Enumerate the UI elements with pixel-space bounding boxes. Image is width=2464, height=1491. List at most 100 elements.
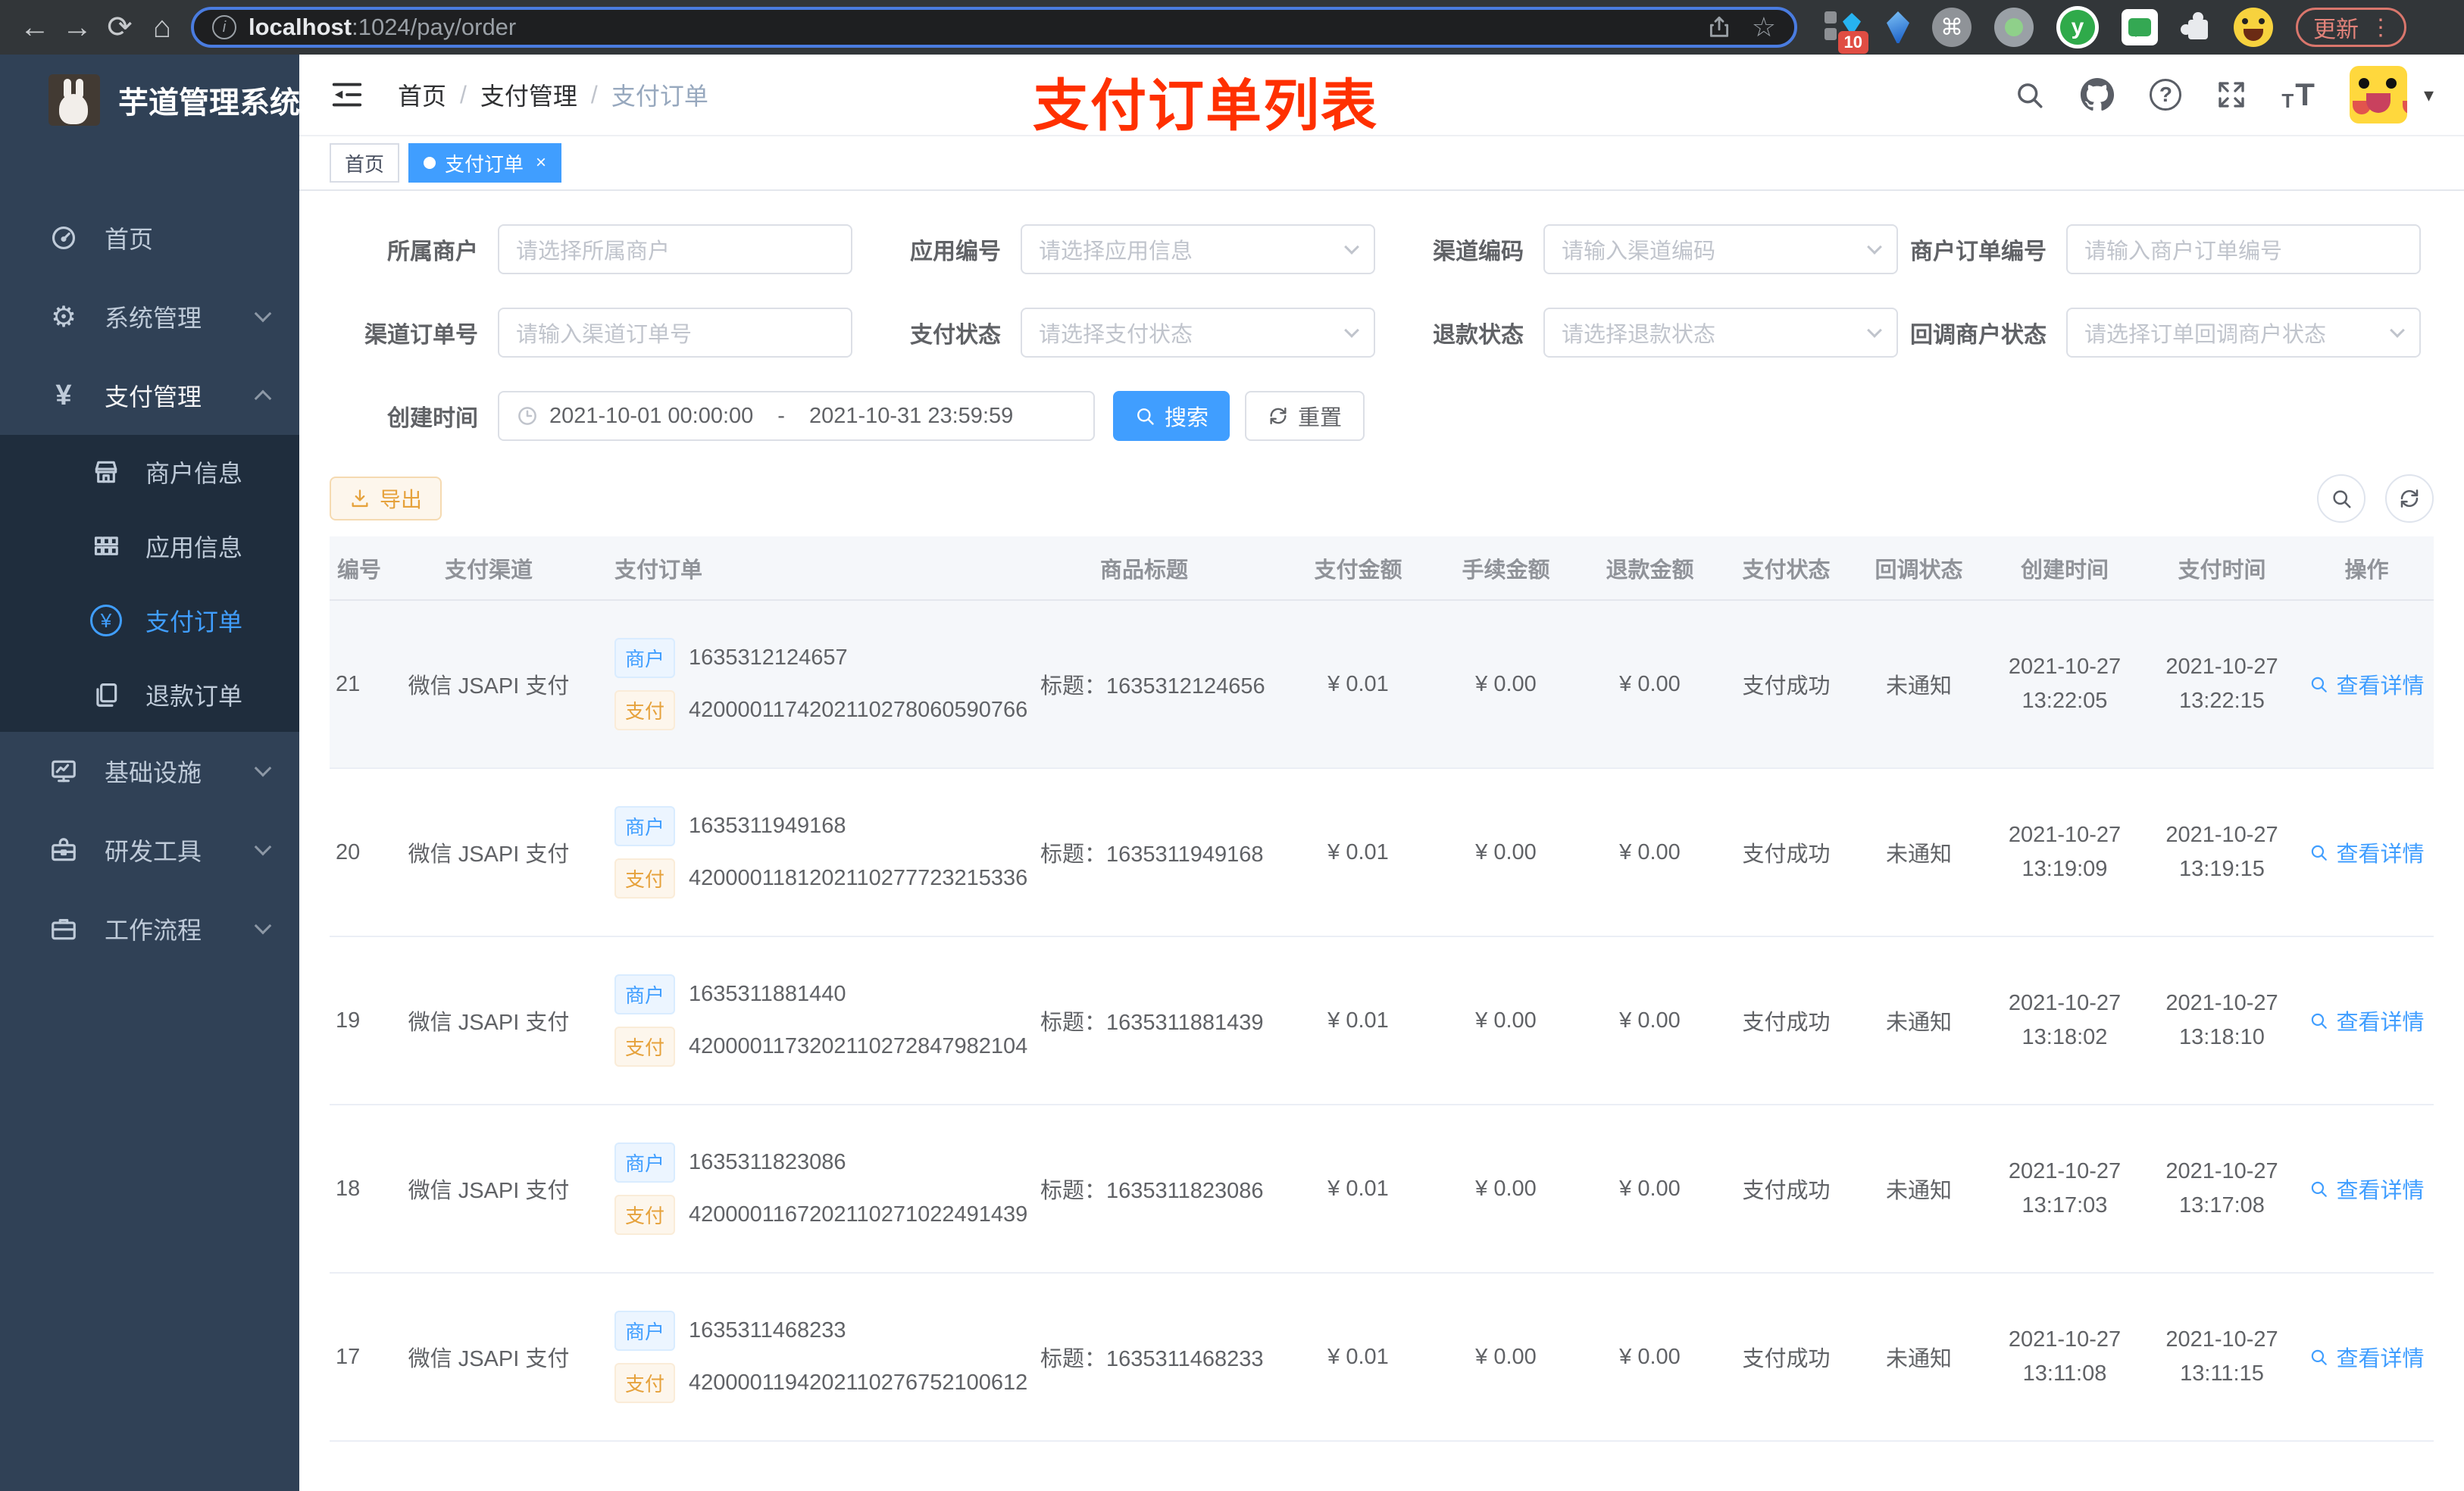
sidebar-collapse-icon[interactable] xyxy=(330,77,364,112)
page-title-annotation: 支付订单列表 xyxy=(1033,74,1378,137)
merchant-order-no-input[interactable]: 请输入商户订单编号 xyxy=(2066,224,2421,274)
avatar[interactable] xyxy=(2349,66,2407,123)
sidebar-item-payment[interactable]: ¥ 支付管理 xyxy=(0,356,299,435)
toolbox-icon xyxy=(47,836,80,864)
browser-update-button[interactable]: 更新 ⋮ xyxy=(2296,8,2406,47)
avatar-caret-icon[interactable]: ▾ xyxy=(2424,83,2434,107)
search-icon[interactable] xyxy=(2013,79,2045,111)
sidebar-item-workflow[interactable]: 工作流程 xyxy=(0,889,299,968)
fullscreen-icon[interactable] xyxy=(2216,80,2247,110)
logo-area[interactable]: 芋道管理系统 xyxy=(0,55,300,145)
sidebar-item-label: 基础设施 xyxy=(105,759,202,786)
url-text: localhost:1024/pay/order xyxy=(249,14,517,40)
refund-status-select[interactable]: 请选择退款状态 xyxy=(1543,308,1898,358)
export-button[interactable]: 导出 xyxy=(330,477,442,520)
share-icon[interactable] xyxy=(1706,14,1732,40)
field-notify-status: 回调商户状态 请选择订单回调商户状态 xyxy=(1898,308,2421,358)
reset-button[interactable]: 重置 xyxy=(1245,391,1365,441)
search-icon xyxy=(2309,842,2328,862)
sidebar-item-infrastructure[interactable]: 基础设施 xyxy=(0,732,299,811)
notify-status-select[interactable]: 请选择订单回调商户状态 xyxy=(2066,308,2421,358)
tab-label: 支付订单 xyxy=(445,152,524,176)
field-refund-status: 退款状态 请选择退款状态 xyxy=(1375,308,1898,358)
pay-tag: 支付 xyxy=(614,858,676,899)
merchant-tag: 商户 xyxy=(614,1142,676,1183)
pay-order-table: 编号 支付渠道 支付订单 商品标题 支付金额 手续金额 退款金额 支付状态 回调… xyxy=(330,536,2434,1491)
bookmark-star-icon[interactable]: ☆ xyxy=(1752,11,1776,43)
topbar-icons: ? TT ▾ xyxy=(2013,66,2434,123)
chat-extension-icon[interactable] xyxy=(2122,9,2158,45)
tag-views-bar: 首页 支付订单 × xyxy=(299,136,2464,191)
merchant-input[interactable]: 请选择所属商户 xyxy=(498,224,852,274)
sidebar-item-label: 应用信息 xyxy=(145,534,243,561)
github-icon[interactable] xyxy=(2080,77,2115,112)
search-button[interactable]: 搜索 xyxy=(1113,391,1230,441)
puzzle-extensions-icon[interactable] xyxy=(2181,12,2211,42)
yudao-extension-icon[interactable]: y xyxy=(2056,6,2099,48)
font-size-icon[interactable]: TT xyxy=(2281,77,2315,113)
chevron-down-icon xyxy=(2390,323,2405,338)
col-notify: 回调状态 xyxy=(1853,536,1985,601)
chevron-down-icon xyxy=(254,305,272,323)
view-detail-link[interactable]: 查看详情 xyxy=(2309,1005,2425,1036)
breadcrumb-payment[interactable]: 支付管理 xyxy=(480,77,577,112)
view-detail-link[interactable]: 查看详情 xyxy=(2309,1173,2425,1205)
sidebar-item-refund-order[interactable]: 退款订单 xyxy=(0,658,299,732)
field-merchant-order-no: 商户订单编号 请输入商户订单编号 xyxy=(1898,224,2421,274)
sidebar: 芋道管理系统 首页 ⚙ 系统管理 ¥ 支付管理 商户信息 应用信息 ¥ 支付订单… xyxy=(0,55,300,1491)
tab-label: 首页 xyxy=(345,152,385,176)
page-content: 所属商户 请选择所属商户 应用编号 请选择应用信息 渠道编码 请输入渠道编码 商… xyxy=(299,191,2464,1491)
view-detail-link[interactable]: 查看详情 xyxy=(2309,836,2425,868)
export-button-label: 导出 xyxy=(380,488,423,511)
date-range-input[interactable]: 2021-10-01 00:00:00 - 2021-10-31 23:59:5… xyxy=(498,391,1095,441)
tab-pay-order[interactable]: 支付订单 × xyxy=(408,143,562,183)
help-icon[interactable]: ? xyxy=(2150,79,2182,111)
col-pay-order: 支付订单 xyxy=(580,536,1004,601)
merchant-tag: 商户 xyxy=(614,974,676,1014)
sidebar-item-system[interactable]: ⚙ 系统管理 xyxy=(0,277,299,356)
field-label: 回调商户状态 xyxy=(1910,323,2047,348)
kite-extension-icon[interactable] xyxy=(1887,11,1909,43)
browser-menu-icon[interactable]: ⋮ xyxy=(2369,14,2392,41)
extension-badge-icon[interactable]: 10 xyxy=(1823,7,1868,54)
close-icon[interactable]: × xyxy=(536,152,546,173)
tab-home[interactable]: 首页 xyxy=(330,143,400,183)
sidebar-item-pay-order[interactable]: ¥ 支付订单 xyxy=(0,583,299,658)
monitor-icon xyxy=(47,757,80,786)
reload-icon[interactable]: ⟳ xyxy=(98,10,141,45)
filter-row-3: 创建时间 2021-10-01 00:00:00 - 2021-10-31 23… xyxy=(330,391,2434,441)
browser-chrome: ← → ⟳ ⌂ i localhost:1024/pay/order ☆ 10 … xyxy=(0,0,2464,55)
breadcrumb: 首页 / 支付管理 / 支付订单 xyxy=(398,77,708,112)
app-title: 芋道管理系统 xyxy=(118,86,300,120)
col-title: 商品标题 xyxy=(1004,536,1284,601)
col-status: 支付状态 xyxy=(1720,536,1853,601)
emoji-profile-icon[interactable] xyxy=(2234,8,2273,47)
app-select[interactable]: 请选择应用信息 xyxy=(1021,224,1375,274)
dashboard-icon xyxy=(47,223,80,252)
view-detail-link[interactable]: 查看详情 xyxy=(2309,668,2425,700)
back-icon[interactable]: ← xyxy=(14,11,56,45)
site-info-icon[interactable]: i xyxy=(212,15,236,39)
sidebar-item-app-info[interactable]: 应用信息 xyxy=(0,509,299,583)
chevron-down-icon xyxy=(254,838,272,856)
chevron-up-icon xyxy=(254,389,272,408)
search-icon xyxy=(2309,674,2328,694)
briefcase-icon xyxy=(47,914,80,943)
sidebar-item-dev-tools[interactable]: 研发工具 xyxy=(0,811,299,889)
pay-status-select[interactable]: 请选择支付状态 xyxy=(1021,308,1375,358)
refresh-table-button[interactable] xyxy=(2385,474,2434,523)
channel-code-select[interactable]: 请输入渠道编码 xyxy=(1543,224,1898,274)
command-extension-icon[interactable]: ⌘ xyxy=(1932,8,1972,47)
channel-order-no-input[interactable]: 请输入渠道订单号 xyxy=(498,308,852,358)
breadcrumb-home[interactable]: 首页 xyxy=(398,77,446,112)
toggle-search-button[interactable] xyxy=(2317,474,2366,523)
home-icon[interactable]: ⌂ xyxy=(141,11,183,45)
sidebar-item-merchant-info[interactable]: 商户信息 xyxy=(0,435,299,509)
sidebar-item-home[interactable]: 首页 xyxy=(0,198,299,277)
search-icon xyxy=(2330,487,2353,510)
view-detail-link[interactable]: 查看详情 xyxy=(2309,1341,2425,1373)
url-bar[interactable]: i localhost:1024/pay/order ☆ xyxy=(191,7,1797,48)
forward-icon[interactable]: → xyxy=(56,11,98,45)
date-separator: - xyxy=(777,403,785,428)
dot-extension-icon[interactable] xyxy=(1994,8,2034,47)
